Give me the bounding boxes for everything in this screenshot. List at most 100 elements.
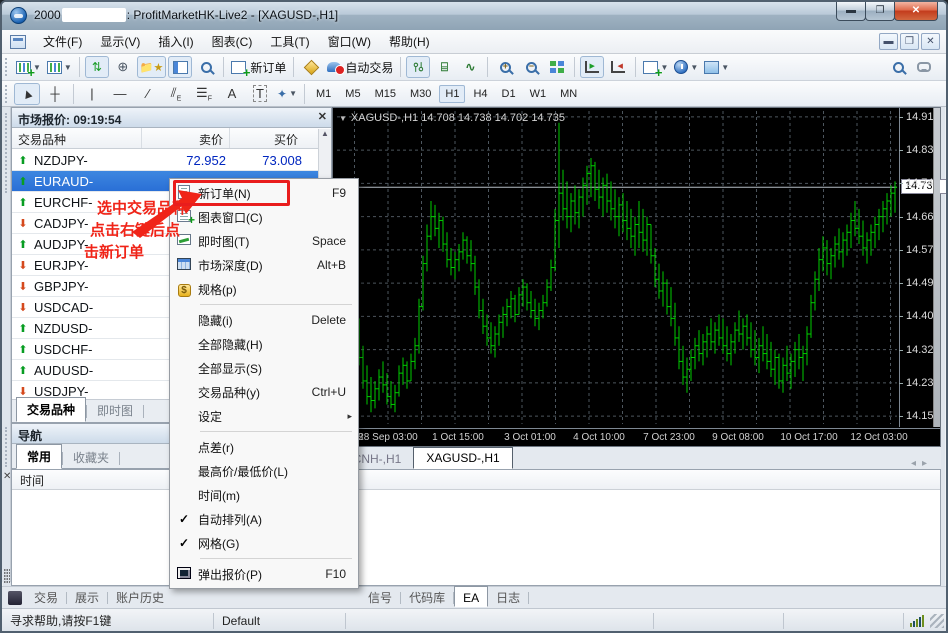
chart-plot-area[interactable] — [337, 111, 897, 424]
market-watch-toggle-button[interactable]: ⇅ — [85, 56, 109, 78]
chart-price-axis[interactable]: 14.735 14.91514.83014.74514.66014.57514.… — [899, 108, 948, 427]
context-menu-item-market-depth[interactable]: 市场深度(D)Alt+B — [170, 253, 358, 277]
tile-windows-button[interactable] — [545, 56, 569, 78]
column-symbol[interactable]: 交易品种 — [12, 128, 142, 148]
market-watch-tab-1[interactable]: 即时图 — [87, 399, 143, 422]
auto-scroll-button[interactable] — [580, 56, 604, 78]
terminal-tab-4[interactable]: 代码库 — [401, 586, 453, 609]
close-button[interactable]: ✕ — [894, 2, 938, 21]
context-menu-item-spread[interactable]: 点差(r) — [170, 435, 358, 459]
timeframe-m5[interactable]: M5 — [339, 85, 366, 103]
market-watch-tab-0[interactable]: 交易品种 — [16, 397, 86, 422]
terminal-tab-0[interactable]: 交易 — [26, 586, 66, 609]
tab-scroll-arrows[interactable]: ◂▸ — [911, 458, 941, 469]
timeframe-m1[interactable]: M1 — [310, 85, 337, 103]
chart-document-icon[interactable] — [10, 35, 26, 49]
navigator-toggle-button[interactable]: 📁★ — [137, 56, 167, 78]
timeframe-h1[interactable]: H1 — [439, 85, 465, 103]
text-tool-button[interactable]: A — [219, 83, 245, 105]
timeframe-d1[interactable]: D1 — [496, 85, 522, 103]
context-menu-item-popup-prices[interactable]: 弹出报价(P)F10 — [170, 562, 358, 586]
chart-tab-1[interactable]: XAGUSD-,H1 — [413, 447, 512, 469]
strategy-tester-button[interactable] — [194, 56, 218, 78]
vertical-line-tool-button[interactable]: | — [79, 83, 105, 105]
context-menu-item-show-all[interactable]: 全部显示(S) — [170, 356, 358, 380]
restore-button[interactable]: ❐ — [865, 2, 895, 21]
indicators-button[interactable]: +▼ — [641, 56, 670, 78]
context-menu-item-hide-all[interactable]: 全部隐藏(H) — [170, 332, 358, 356]
panel-grip[interactable] — [5, 113, 7, 193]
autotrading-button[interactable]: 自动交易 — [325, 56, 395, 78]
market-watch-header[interactable]: 市场报价: 09:19:54✕ — [12, 108, 331, 128]
market-watch-close-icon[interactable]: ✕ — [318, 110, 327, 123]
menubar-item-4[interactable]: 工具(T) — [261, 30, 318, 53]
menubar-item-5[interactable]: 窗口(W) — [319, 30, 380, 53]
title-bar[interactable]: 2000: ProfitMarketHK-Live2 - [XAGUSD-,H1… — [2, 2, 946, 30]
context-menu-item-hide[interactable]: 隐藏(i)Delete — [170, 308, 358, 332]
line-chart-button[interactable]: ∿ — [458, 56, 482, 78]
menubar-item-0[interactable]: 文件(F) — [34, 30, 91, 53]
terminal-tab-5[interactable]: EA — [454, 586, 488, 607]
mdi-restore-button[interactable]: ❐ — [900, 33, 919, 50]
context-menu-item-symbols[interactable]: 交易品种(y)Ctrl+U — [170, 380, 358, 404]
navigator-tab-1[interactable]: 收藏夹 — [63, 446, 119, 469]
minimize-button[interactable]: ▬ — [836, 2, 866, 21]
context-menu-item-specification[interactable]: $规格(p) — [170, 277, 358, 301]
terminal-tab-2[interactable]: 账户历史 — [108, 586, 172, 609]
terminal-tab-1[interactable]: 展示 — [67, 586, 107, 609]
horizontal-line-tool-button[interactable]: — — [107, 83, 133, 105]
timeframe-m30[interactable]: M30 — [404, 85, 437, 103]
new-chart-button[interactable]: +▼ — [14, 56, 43, 78]
panel-grip[interactable] — [5, 427, 7, 467]
toolbar-grip[interactable] — [5, 85, 10, 103]
context-menu-item-auto-arrange[interactable]: ✓自动排列(A) — [170, 507, 358, 531]
context-menu-item-settings[interactable]: 设定▸ — [170, 404, 358, 428]
menubar-item-3[interactable]: 图表(C) — [203, 30, 262, 53]
mdi-minimize-button[interactable]: ▬ — [879, 33, 898, 50]
candlestick-button[interactable]: ⌸ — [432, 56, 456, 78]
market-watch-row-nzdjpy[interactable]: ⬆NZDJPY-72.95273.008 — [12, 150, 318, 171]
chat-button[interactable] — [912, 56, 936, 78]
news-time-column-header[interactable]: 时间 — [12, 470, 940, 490]
chart-dropdown-icon[interactable]: ▼ — [339, 114, 347, 123]
terminal-toggle-button[interactable] — [168, 56, 192, 78]
toolbar-grip[interactable] — [5, 58, 10, 76]
equidistant-channel-tool-button[interactable]: ⫽E — [163, 83, 189, 105]
periods-button[interactable]: ▼ — [672, 56, 700, 78]
timeframe-w1[interactable]: W1 — [524, 85, 553, 103]
column-buy[interactable]: 买价 — [230, 128, 304, 148]
metaeditor-button[interactable] — [299, 56, 323, 78]
bar-chart-button[interactable]: ⫯⫰ — [406, 56, 430, 78]
crosshair-tool-button[interactable]: ┼ — [42, 83, 68, 105]
timeframe-m15[interactable]: M15 — [369, 85, 402, 103]
terminal-tab-6[interactable]: 日志 — [488, 586, 528, 609]
resize-grip[interactable] — [930, 614, 944, 628]
trendline-tool-button[interactable]: ∕ — [135, 83, 161, 105]
text-label-tool-button[interactable]: T — [247, 83, 273, 105]
templates-button[interactable]: ▼ — [702, 56, 731, 78]
menubar-item-6[interactable]: 帮助(H) — [380, 30, 439, 53]
data-window-button[interactable]: ⊕ — [111, 56, 135, 78]
terminal-tab-3[interactable]: 信号 — [360, 586, 400, 609]
status-profile[interactable]: Default — [214, 613, 346, 629]
timeframe-h4[interactable]: H4 — [467, 85, 493, 103]
profiles-button[interactable]: ▼ — [45, 56, 74, 78]
cursor-tool-button[interactable]: ▲ — [14, 83, 40, 105]
menubar-item-2[interactable]: 插入(I) — [149, 30, 202, 53]
chart-time-axis[interactable]: 201828 Sep 03:001 Oct 15:003 Oct 01:004 … — [333, 428, 940, 446]
chart-shift-button[interactable] — [606, 56, 630, 78]
menubar-item-1[interactable]: 显示(V) — [91, 30, 149, 53]
timeframe-mn[interactable]: MN — [554, 85, 583, 103]
chart-window[interactable]: ▼XAGUSD-,H1 14.708 14.738 14.702 14.735 … — [332, 107, 941, 447]
new-order-button[interactable]: +新订单 — [229, 56, 288, 78]
context-menu-item-time[interactable]: 时间(m) — [170, 483, 358, 507]
arrows-tool-button[interactable]: ✦▼ — [275, 83, 299, 105]
search-button[interactable] — [886, 56, 910, 78]
market-watch-column-headers[interactable]: 交易品种 卖价 买价 — [12, 128, 331, 149]
navigator-tab-0[interactable]: 常用 — [16, 444, 62, 469]
context-menu-item-grid[interactable]: ✓网格(G) — [170, 531, 358, 555]
zoom-out-button[interactable]: − — [519, 56, 543, 78]
zoom-in-button[interactable]: + — [493, 56, 517, 78]
column-sell[interactable]: 卖价 — [142, 128, 230, 148]
mdi-close-button[interactable]: ✕ — [921, 33, 940, 50]
